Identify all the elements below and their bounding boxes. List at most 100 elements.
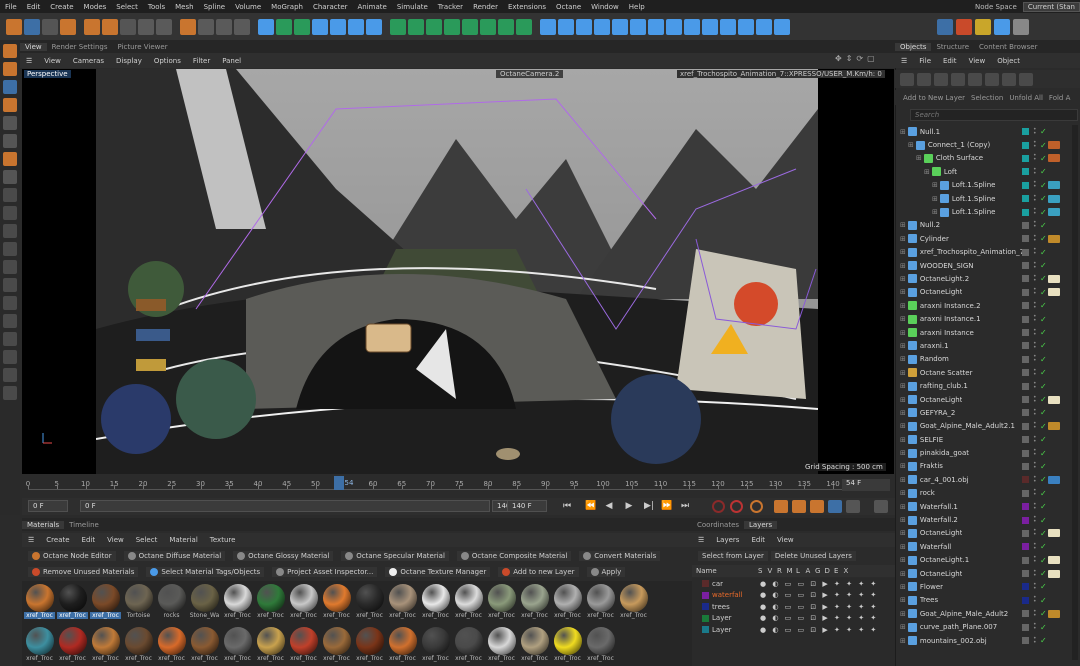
octane-button-row2-5[interactable]: Add to new Layer [498, 566, 579, 577]
expand-icon[interactable]: ⊞ [900, 329, 906, 337]
material-tag-icon[interactable] [1048, 194, 1060, 203]
material-swatch[interactable]: xref_Troc [519, 626, 550, 666]
left-tool-20-icon[interactable] [3, 386, 17, 400]
enabled-check-icon[interactable]: ✓ [1040, 194, 1047, 203]
end-frame-field[interactable]: 140 F [507, 500, 547, 512]
toolbar-tool-8-icon[interactable] [138, 18, 154, 35]
layer-row[interactable]: waterfall ● ◐ ▭ ▭ ⊡ ▶ ✦ ✦ ✦ ✦ [692, 590, 895, 602]
object-row[interactable]: ⊞ OctaneLight.1 • • ✓ [896, 554, 1080, 567]
object-row[interactable]: ⊞ SELFIE • • ✓ [896, 433, 1080, 446]
visibility-dots-icon[interactable]: • • [1033, 300, 1037, 310]
toolbar-tool-10-icon[interactable] [180, 18, 196, 35]
expand-icon[interactable]: ⊞ [900, 543, 906, 551]
key-parameter-icon[interactable] [828, 500, 842, 513]
next-key-icon[interactable]: ⏩ [660, 500, 674, 513]
expand-icon[interactable]: ⊞ [900, 610, 906, 618]
layer-toggle-swatch[interactable] [1022, 262, 1029, 270]
toolbar-tool-11-icon[interactable] [198, 18, 214, 35]
material-swatch[interactable]: xref_Troc [189, 626, 220, 666]
left-tool-18-icon[interactable] [3, 350, 17, 364]
toolbar-tool-39-icon[interactable] [720, 18, 736, 35]
zoom-view-icon[interactable]: ⇕ [846, 54, 853, 67]
key-scale-icon[interactable] [792, 500, 806, 513]
object-row[interactable]: ⊞ OctaneLight • • ✓ [896, 286, 1080, 299]
menu-item-render[interactable]: Render [468, 3, 503, 11]
left-tool-11-icon[interactable] [3, 224, 17, 238]
material-swatch[interactable]: xref_Troc [387, 626, 418, 666]
objects-menu-object[interactable]: Object [991, 57, 1026, 65]
toolbar-tool-26-icon[interactable] [480, 18, 496, 35]
enabled-check-icon[interactable]: ✓ [1040, 609, 1047, 618]
material-swatch[interactable]: xref_Troc [453, 626, 484, 666]
materials-menu-texture[interactable]: Texture [204, 536, 242, 544]
material-swatch[interactable]: xref_Troc [354, 583, 385, 623]
visibility-dots-icon[interactable]: • • [1033, 555, 1037, 565]
next-frame-icon[interactable]: ▶| [642, 500, 656, 513]
material-tag-icon[interactable] [1048, 154, 1060, 163]
menu-item-select[interactable]: Select [111, 3, 143, 11]
material-tag-icon[interactable] [1048, 422, 1060, 431]
layer-toggle-icons[interactable]: ● ◐ ▭ ▭ ⊡ ▶ ✦ ✦ ✦ ✦ [760, 603, 878, 611]
material-swatch[interactable]: xref_Troc [321, 583, 352, 623]
left-tool-8-icon[interactable] [3, 170, 17, 184]
toolbar-tool-30-icon[interactable] [558, 18, 574, 35]
material-tag-icon[interactable] [1048, 475, 1060, 484]
toolbar-tool-6-icon[interactable] [102, 18, 118, 35]
object-row[interactable]: ⊞ Waterfall • • ✓ [896, 540, 1080, 553]
layer-toggle-swatch[interactable] [1022, 302, 1029, 310]
layer-toggle-icons[interactable]: ● ◐ ▭ ▭ ⊡ ▶ ✦ ✦ ✦ ✦ [760, 614, 878, 622]
menu-item-animate[interactable]: Animate [353, 3, 392, 11]
visibility-dots-icon[interactable]: • • [1033, 153, 1037, 163]
layers-tab-coordinates[interactable]: Coordinates [692, 521, 744, 529]
layer-toggle-swatch[interactable] [1022, 221, 1029, 229]
menu-item-create[interactable]: Create [45, 3, 78, 11]
current-frame-field[interactable]: 54 F [842, 479, 890, 491]
objects-button-1[interactable]: Add to New Layer [903, 94, 965, 102]
layers-menu-layers[interactable]: Layers [710, 536, 745, 544]
left-tool-2-icon[interactable] [3, 62, 17, 76]
visibility-dots-icon[interactable]: • • [1033, 515, 1037, 525]
object-row[interactable]: ⊞ Trees • • ✓ [896, 594, 1080, 607]
enabled-check-icon[interactable]: ✓ [1040, 301, 1047, 310]
object-row[interactable]: ⊞ Cloth Surface • • ✓ [896, 152, 1080, 165]
menu-item-modes[interactable]: Modes [79, 3, 112, 11]
menu-item-simulate[interactable]: Simulate [392, 3, 433, 11]
enabled-check-icon[interactable]: ✓ [1040, 382, 1047, 391]
toolbar-tool-33-icon[interactable] [612, 18, 628, 35]
visibility-dots-icon[interactable]: • • [1033, 193, 1037, 203]
settings-icon[interactable] [1019, 72, 1033, 86]
object-row[interactable]: ⊞ Goat_Alpine_Male_Adult2 • • ✓ [896, 607, 1080, 620]
expand-icon[interactable]: ⊞ [900, 302, 906, 310]
expand-icon[interactable]: ⊞ [932, 195, 938, 203]
layer-toggle-swatch[interactable] [1022, 275, 1029, 283]
toolbar-tool-19-icon[interactable] [348, 18, 364, 35]
menu-item-volume[interactable]: Volume [230, 3, 266, 11]
material-swatch[interactable]: Tortoise [123, 583, 154, 623]
material-swatch[interactable]: xref_Troc [123, 626, 154, 666]
toolbar-tool-17-icon[interactable] [312, 18, 328, 35]
view-tab-picture-viewer[interactable]: Picture Viewer [112, 43, 172, 51]
enabled-check-icon[interactable]: ✓ [1040, 475, 1047, 484]
enabled-check-icon[interactable]: ✓ [1040, 341, 1047, 350]
enabled-check-icon[interactable]: ✓ [1040, 154, 1047, 163]
toolbar-tool-28-icon[interactable] [516, 18, 532, 35]
visibility-dots-icon[interactable]: • • [1033, 340, 1037, 350]
object-row[interactable]: ⊞ pinakida_goat • • ✓ [896, 446, 1080, 459]
left-tool-10-icon[interactable] [3, 206, 17, 220]
objects-button-2[interactable]: Selection [971, 94, 1003, 102]
toolbar-tool-15-icon[interactable] [276, 18, 292, 35]
materials-menu-icon[interactable]: ☰ [22, 536, 40, 544]
material-swatch[interactable]: xref_Troc [57, 583, 88, 623]
expand-icon[interactable]: ⊞ [900, 409, 906, 417]
menu-item-mograph[interactable]: MoGraph [266, 3, 308, 11]
key-position-icon[interactable] [774, 500, 788, 513]
material-swatch[interactable]: xref_Troc [57, 626, 88, 666]
view-tab-view[interactable]: View [20, 42, 47, 51]
menu-item-extensions[interactable]: Extensions [503, 3, 551, 11]
material-swatch[interactable]: xref_Troc [24, 626, 55, 666]
object-row[interactable]: ⊞ araxni Instance.2 • • ✓ [896, 299, 1080, 312]
object-row[interactable]: ⊞ rafting_club.1 • • ✓ [896, 379, 1080, 392]
materials-tab-materials[interactable]: Materials [22, 520, 65, 529]
expand-icon[interactable]: ⊞ [932, 208, 938, 216]
objects-tab-objects[interactable]: Objects [895, 42, 932, 51]
